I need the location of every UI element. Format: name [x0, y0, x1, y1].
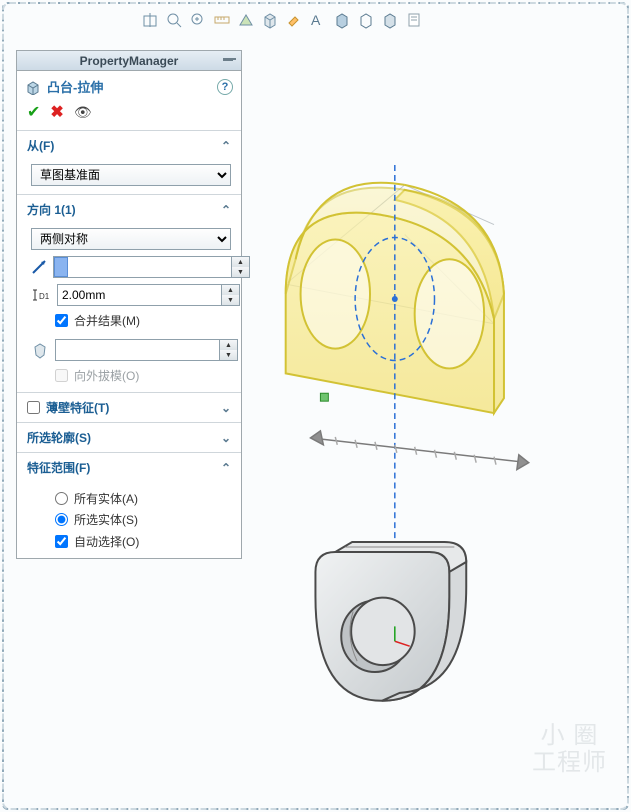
- distance-input[interactable]: [68, 257, 231, 277]
- ok-button[interactable]: ✔: [27, 102, 40, 122]
- watermark-line2: 工程师: [532, 750, 607, 776]
- scope-auto-checkbox[interactable]: [55, 535, 68, 548]
- thin-label: 薄壁特征(T): [46, 399, 109, 416]
- scope-label: 特征范围(F): [27, 459, 90, 476]
- ruler-icon[interactable]: [212, 10, 232, 30]
- scope-all-radio[interactable]: [55, 492, 68, 505]
- section-contour: 所选轮廓(S) ⌄: [17, 422, 241, 452]
- depth-input[interactable]: [58, 285, 221, 305]
- contour-header[interactable]: 所选轮廓(S) ⌄: [17, 423, 241, 452]
- pin-icon[interactable]: [221, 53, 237, 69]
- from-header[interactable]: 从(F) ⌃: [17, 131, 241, 160]
- draft-outward-label: 向外拔模(O): [74, 367, 139, 384]
- draft-input[interactable]: [56, 340, 219, 360]
- paint-icon[interactable]: [284, 10, 304, 30]
- contour-label: 所选轮廓(S): [27, 429, 91, 446]
- scope-selected-radio[interactable]: [55, 513, 68, 526]
- pm-header: PropertyManager: [17, 51, 241, 71]
- section-icon[interactable]: [236, 10, 256, 30]
- extrude-icon: [25, 79, 41, 95]
- doc-icon[interactable]: [404, 10, 424, 30]
- preview-icon[interactable]: 👁: [74, 104, 92, 121]
- scope-header[interactable]: 特征范围(F) ⌃: [17, 453, 241, 482]
- watermark-line1: 小 圈: [532, 723, 607, 749]
- view-ico-1[interactable]: [140, 10, 160, 30]
- thin-header[interactable]: 薄壁特征(T) ⌄: [17, 393, 241, 422]
- top-toolbar: A: [140, 10, 424, 30]
- thin-checkbox[interactable]: [27, 401, 40, 414]
- svg-text:A: A: [311, 12, 321, 28]
- draft-icon[interactable]: [31, 341, 49, 359]
- spin-up[interactable]: ▲: [222, 285, 239, 295]
- shaded-edges-icon[interactable]: [332, 10, 352, 30]
- chevron-up-icon: ⌃: [221, 203, 231, 217]
- help-icon[interactable]: ?: [217, 79, 233, 95]
- section-direction1: 方向 1(1) ⌃ 两侧对称 ▲ ▼: [17, 194, 241, 392]
- spin-down[interactable]: ▼: [222, 295, 239, 305]
- reverse-direction-icon[interactable]: [31, 259, 47, 275]
- text-icon[interactable]: A: [308, 10, 328, 30]
- scope-all-label: 所有实体(A): [74, 490, 138, 507]
- watermark: 小 圈 工程师: [532, 723, 607, 776]
- shaded-icon[interactable]: [380, 10, 400, 30]
- svg-text:D1: D1: [39, 292, 50, 301]
- feature-title-row: 凸台-拉伸 ?: [17, 71, 241, 98]
- section-from: 从(F) ⌃ 草图基准面: [17, 130, 241, 194]
- wireframe-icon[interactable]: [356, 10, 376, 30]
- merge-result-checkbox[interactable]: [55, 314, 68, 327]
- distance-field-active: [54, 257, 68, 277]
- chevron-up-icon: ⌃: [221, 139, 231, 153]
- depth-icon[interactable]: D1: [31, 287, 51, 303]
- spin-down[interactable]: ▼: [220, 350, 237, 360]
- spin-up[interactable]: ▲: [220, 340, 237, 350]
- dir1-label: 方向 1(1): [27, 201, 76, 218]
- scope-auto-label: 自动选择(O): [74, 533, 139, 550]
- dir1-condition-select[interactable]: 两侧对称: [31, 228, 231, 250]
- from-select[interactable]: 草图基准面: [31, 164, 231, 186]
- pm-title: PropertyManager: [80, 54, 179, 68]
- cancel-button[interactable]: ✖: [50, 102, 63, 122]
- chevron-down-icon: ⌄: [221, 431, 231, 445]
- draft-outward-checkbox: [55, 369, 68, 382]
- section-scope: 特征范围(F) ⌃ 所有实体(A) 所选实体(S) 自动选择(O): [17, 452, 241, 558]
- action-row: ✔ ✖ 👁: [17, 98, 241, 130]
- feature-name: 凸台-拉伸: [47, 77, 103, 96]
- cube-icon[interactable]: [260, 10, 280, 30]
- merge-result-label: 合并结果(M): [74, 312, 140, 329]
- section-thin: 薄壁特征(T) ⌄: [17, 392, 241, 422]
- from-label: 从(F): [27, 137, 54, 154]
- chevron-up-icon: ⌃: [221, 461, 231, 475]
- property-manager-panel: PropertyManager 凸台-拉伸 ? ✔ ✖ 👁 从(F) ⌃ 草图基…: [16, 50, 242, 559]
- zoom-fit-icon[interactable]: [164, 10, 184, 30]
- dir1-header[interactable]: 方向 1(1) ⌃: [17, 195, 241, 224]
- scope-selected-label: 所选实体(S): [74, 511, 138, 528]
- chevron-down-icon: ⌄: [221, 401, 231, 415]
- model-viewport[interactable]: [246, 42, 623, 804]
- zoom-area-icon[interactable]: [188, 10, 208, 30]
